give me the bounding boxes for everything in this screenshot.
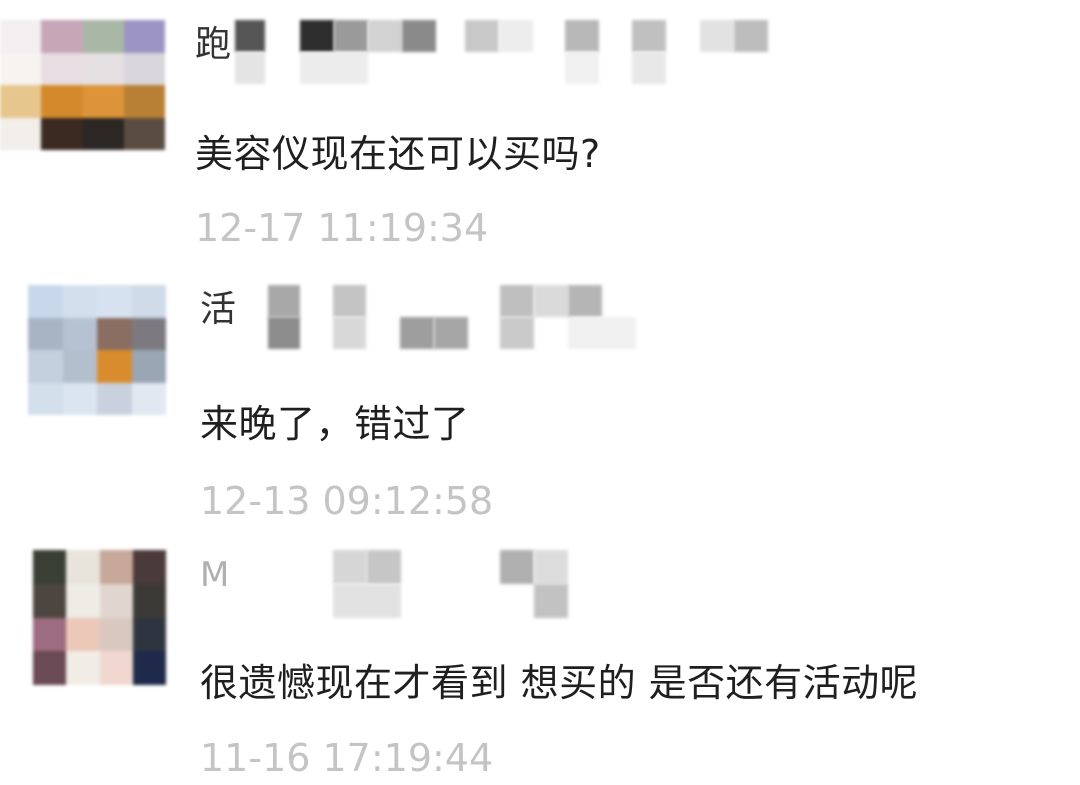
username-redacted-block xyxy=(700,20,734,52)
username-row[interactable]: 跑 xyxy=(195,20,795,90)
comment-timestamp: 12-17 11:19:34 xyxy=(195,206,489,250)
username-redacted-block xyxy=(500,550,534,584)
avatar[interactable] xyxy=(33,550,166,685)
username-redacted-block xyxy=(500,285,534,317)
username-redacted-block xyxy=(367,550,401,584)
username-redacted-block xyxy=(268,317,300,349)
username-redacted-block xyxy=(300,52,368,84)
username-redacted-block xyxy=(465,20,499,52)
username-row[interactable]: M xyxy=(200,550,600,620)
avatar[interactable] xyxy=(0,20,165,150)
username-redacted-block xyxy=(500,317,534,349)
username-redacted-block xyxy=(499,20,533,52)
comment-text: 很遗憾现在才看到 想买的 是否还有活动呢 xyxy=(200,661,919,705)
username-redacted-block xyxy=(534,550,568,584)
comment-item: 活 来晚了，错过了 12-13 09:12:58 xyxy=(0,265,1080,530)
username-redacted-block xyxy=(334,20,368,52)
username-redacted-block xyxy=(734,20,768,52)
username-redacted-block xyxy=(235,52,265,84)
username-redacted-block xyxy=(333,550,367,584)
username-redacted-block xyxy=(368,20,402,52)
username-redacted-block xyxy=(300,20,334,52)
username-visible-char: 活 xyxy=(200,289,237,330)
username-redacted-block xyxy=(400,317,434,349)
comment-item: M 很遗憾现在才看到 想买的 是否还有活动呢 11-16 17:19:44 xyxy=(0,530,1080,785)
username-redacted-block xyxy=(568,317,636,349)
username-redacted-block xyxy=(434,317,468,349)
comment-text: 美容仪现在还可以买吗? xyxy=(195,132,601,176)
username-redacted-block xyxy=(565,20,599,52)
username-redacted-block xyxy=(333,317,366,349)
username-redacted-block xyxy=(568,285,602,317)
username-visible-char: 跑 xyxy=(195,24,232,65)
comment-item: 跑 美容仪现在还可以买吗? 12-17 11:19:34 xyxy=(0,0,1080,265)
comment-timestamp: 12-13 09:12:58 xyxy=(200,479,494,523)
username-redacted-block xyxy=(534,285,568,317)
username-redacted-block xyxy=(632,20,666,52)
comment-timestamp: 11-16 17:19:44 xyxy=(200,736,494,780)
username-redacted-block xyxy=(333,285,366,317)
username-redacted-block xyxy=(333,584,401,618)
comment-text: 来晚了，错过了 xyxy=(200,402,470,446)
username-redacted-block xyxy=(402,20,436,52)
username-redacted-block xyxy=(565,52,599,84)
username-redacted-block xyxy=(534,584,568,618)
username-row[interactable]: 活 xyxy=(200,285,650,355)
username-visible-char: M xyxy=(200,555,230,595)
username-redacted-block xyxy=(235,20,265,52)
username-redacted-block xyxy=(268,285,300,317)
username-redacted-block xyxy=(632,52,666,84)
avatar[interactable] xyxy=(28,285,166,415)
